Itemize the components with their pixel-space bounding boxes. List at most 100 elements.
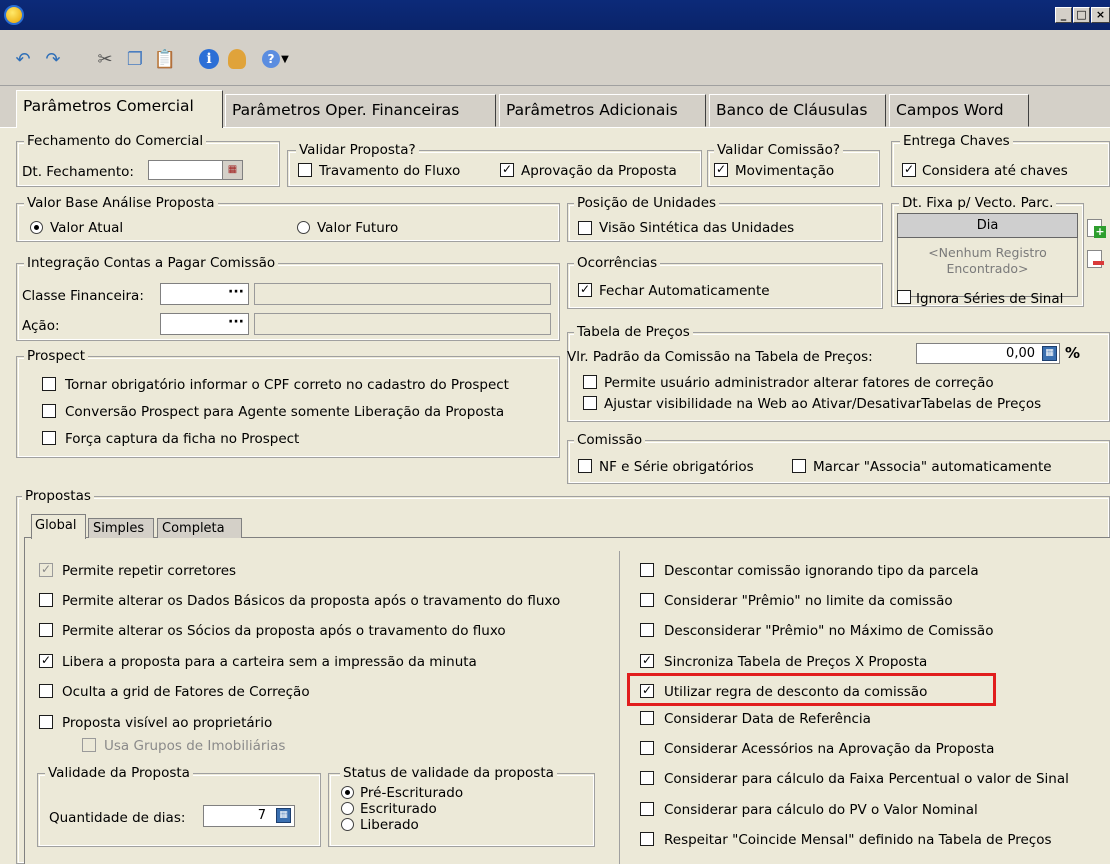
close-button[interactable]: × (1091, 7, 1110, 23)
tab-parametros-adicionais[interactable]: Parâmetros Adicionais (499, 94, 706, 127)
valor-futuro-radio[interactable] (297, 221, 310, 234)
movimentacao-checkbox[interactable]: ✓ (714, 163, 728, 177)
visao-sintetica-label: Visão Sintética das Unidades (599, 220, 795, 236)
desconsiderar-premio-checkbox[interactable] (640, 623, 654, 637)
chevron-down-icon[interactable]: ▼ (278, 48, 292, 70)
libera-proposta-checkbox[interactable]: ✓ (39, 654, 53, 668)
tab-campos-word[interactable]: Campos Word (889, 94, 1029, 127)
ajustar-web-checkbox[interactable] (583, 396, 597, 410)
valor-base-legend: Valor Base Análise Proposta (24, 195, 218, 211)
calendar-icon[interactable]: ▦ (222, 161, 242, 179)
faixa-percentual-checkbox[interactable] (640, 771, 654, 785)
add-record-icon[interactable]: + (1087, 219, 1106, 238)
considera-chaves-label: Considera até chaves (922, 163, 1068, 179)
coincide-mensal-checkbox[interactable] (640, 832, 654, 846)
coincide-mensal-label: Respeitar "Coincide Mensal" definido na … (664, 832, 1052, 848)
pre-escriturado-label: Pré-Escriturado (360, 785, 464, 801)
comissao-legend: Comissão (574, 432, 646, 448)
entrega-chaves-legend: Entrega Chaves (900, 133, 1013, 149)
info-icon[interactable]: i (196, 48, 222, 70)
pre-escriturado-radio[interactable] (341, 786, 354, 799)
valor-futuro-label: Valor Futuro (317, 220, 399, 236)
acessorios-label: Considerar Acessórios na Aprovação da Pr… (664, 741, 995, 757)
permite-admin-checkbox[interactable] (583, 375, 597, 389)
tabela-precos-legend: Tabela de Preços (574, 324, 693, 340)
nf-serie-checkbox[interactable] (578, 459, 592, 473)
validar-comissao-legend: Validar Comissão? (714, 142, 843, 158)
movimentacao-label: Movimentação (735, 163, 835, 179)
liberado-label: Liberado (360, 817, 419, 833)
nf-serie-label: NF e Série obrigatórios (599, 459, 754, 475)
pv-nominal-label: Considerar para cálculo do PV o Valor No… (664, 802, 978, 818)
copy-icon[interactable]: ❐ (122, 48, 148, 70)
validade-legend: Validade da Proposta (45, 765, 193, 781)
grupos-imobiliarias-checkbox[interactable] (82, 738, 96, 752)
acao-desc (254, 313, 551, 335)
subtab-global[interactable]: Global (31, 514, 86, 539)
status-legend: Status de validade da proposta (340, 765, 557, 781)
ignora-series-label: Ignora Séries de Sinal (916, 291, 1064, 307)
aprovacao-checkbox[interactable]: ✓ (500, 163, 514, 177)
valor-atual-radio[interactable] (30, 221, 43, 234)
ocorrencias-legend: Ocorrências (574, 255, 661, 271)
dt-fixa-legend: Dt. Fixa p/ Vecto. Parc. (899, 195, 1057, 211)
prospect-legend: Prospect (24, 348, 89, 364)
quantidade-dias-label: Quantidade de dias: (49, 810, 186, 826)
fechamento-legend: Fechamento do Comercial (24, 133, 207, 149)
cut-icon[interactable]: ✂ (92, 48, 118, 70)
ignora-series-checkbox[interactable] (897, 290, 911, 304)
visivel-proprietario-checkbox[interactable] (39, 715, 53, 729)
calculator-icon[interactable]: ▦ (1042, 346, 1057, 361)
column-divider (619, 551, 620, 864)
undo-icon[interactable]: ↶ (10, 48, 36, 70)
tab-parametros-comercial[interactable]: Parâmetros Comercial (16, 90, 223, 128)
premio-limite-label: Considerar "Prêmio" no limite da comissã… (664, 593, 953, 609)
user-icon[interactable] (224, 48, 250, 70)
alterar-dados-label: Permite alterar os Dados Básicos da prop… (62, 593, 561, 609)
repetir-corretores-checkbox[interactable]: ✓ (39, 563, 53, 577)
escriturado-radio[interactable] (341, 802, 354, 815)
sincroniza-tabela-checkbox[interactable]: ✓ (640, 654, 654, 668)
tab-banco-de-clausulas[interactable]: Banco de Cláusulas (709, 94, 886, 127)
tab-parametros-oper-financeiras[interactable]: Parâmetros Oper. Financeiras (225, 94, 496, 127)
acao-lookup[interactable]: ··· (227, 315, 245, 329)
percent-symbol: % (1065, 344, 1081, 362)
alterar-dados-checkbox[interactable] (39, 593, 53, 607)
grid-header-dia[interactable]: Dia (897, 213, 1078, 238)
marcar-associa-checkbox[interactable] (792, 459, 806, 473)
visao-sintetica-checkbox[interactable] (578, 221, 592, 235)
acao-label: Ação: (22, 318, 60, 334)
oculta-grid-checkbox[interactable] (39, 684, 53, 698)
fechar-automaticamente-checkbox[interactable]: ✓ (578, 283, 592, 297)
prospect-cpf-checkbox[interactable] (42, 377, 56, 391)
paste-icon[interactable]: 📋 (152, 48, 178, 70)
maximize-button[interactable]: □ (1073, 7, 1090, 23)
subtab-completa[interactable]: Completa (157, 518, 242, 538)
classe-financeira-desc (254, 283, 551, 305)
minimize-button[interactable]: _ (1055, 7, 1072, 23)
prospect-conversao-label: Conversão Prospect para Agente somente L… (65, 404, 505, 420)
travamento-checkbox[interactable] (298, 163, 312, 177)
alterar-socios-label: Permite alterar os Sócios da proposta ap… (62, 623, 506, 639)
vlr-padrao-field[interactable]: 0,00 (916, 343, 1060, 364)
premio-limite-checkbox[interactable] (640, 593, 654, 607)
liberado-radio[interactable] (341, 818, 354, 831)
prospect-forca-checkbox[interactable] (42, 431, 56, 445)
validar-proposta-legend: Validar Proposta? (296, 142, 419, 158)
utilizar-regra-checkbox[interactable]: ✓ (640, 684, 654, 698)
data-referencia-checkbox[interactable] (640, 711, 654, 725)
quantidade-calculator-icon[interactable]: ▦ (276, 808, 291, 823)
pv-nominal-checkbox[interactable] (640, 802, 654, 816)
redo-icon[interactable]: ↷ (40, 48, 66, 70)
prospect-conversao-checkbox[interactable] (42, 404, 56, 418)
prospect-forca-label: Força captura da ficha no Prospect (65, 431, 300, 447)
remove-record-icon[interactable] (1087, 250, 1104, 268)
faixa-percentual-label: Considerar para cálculo da Faixa Percent… (664, 771, 1069, 787)
descontar-comissao-checkbox[interactable] (640, 563, 654, 577)
considera-chaves-checkbox[interactable]: ✓ (902, 163, 916, 177)
classe-financeira-lookup[interactable]: ··· (227, 285, 245, 299)
vlr-padrao-label: Vlr. Padrão da Comissão na Tabela de Pre… (567, 349, 873, 365)
alterar-socios-checkbox[interactable] (39, 623, 53, 637)
subtab-simples[interactable]: Simples (88, 518, 154, 538)
acessorios-checkbox[interactable] (640, 741, 654, 755)
